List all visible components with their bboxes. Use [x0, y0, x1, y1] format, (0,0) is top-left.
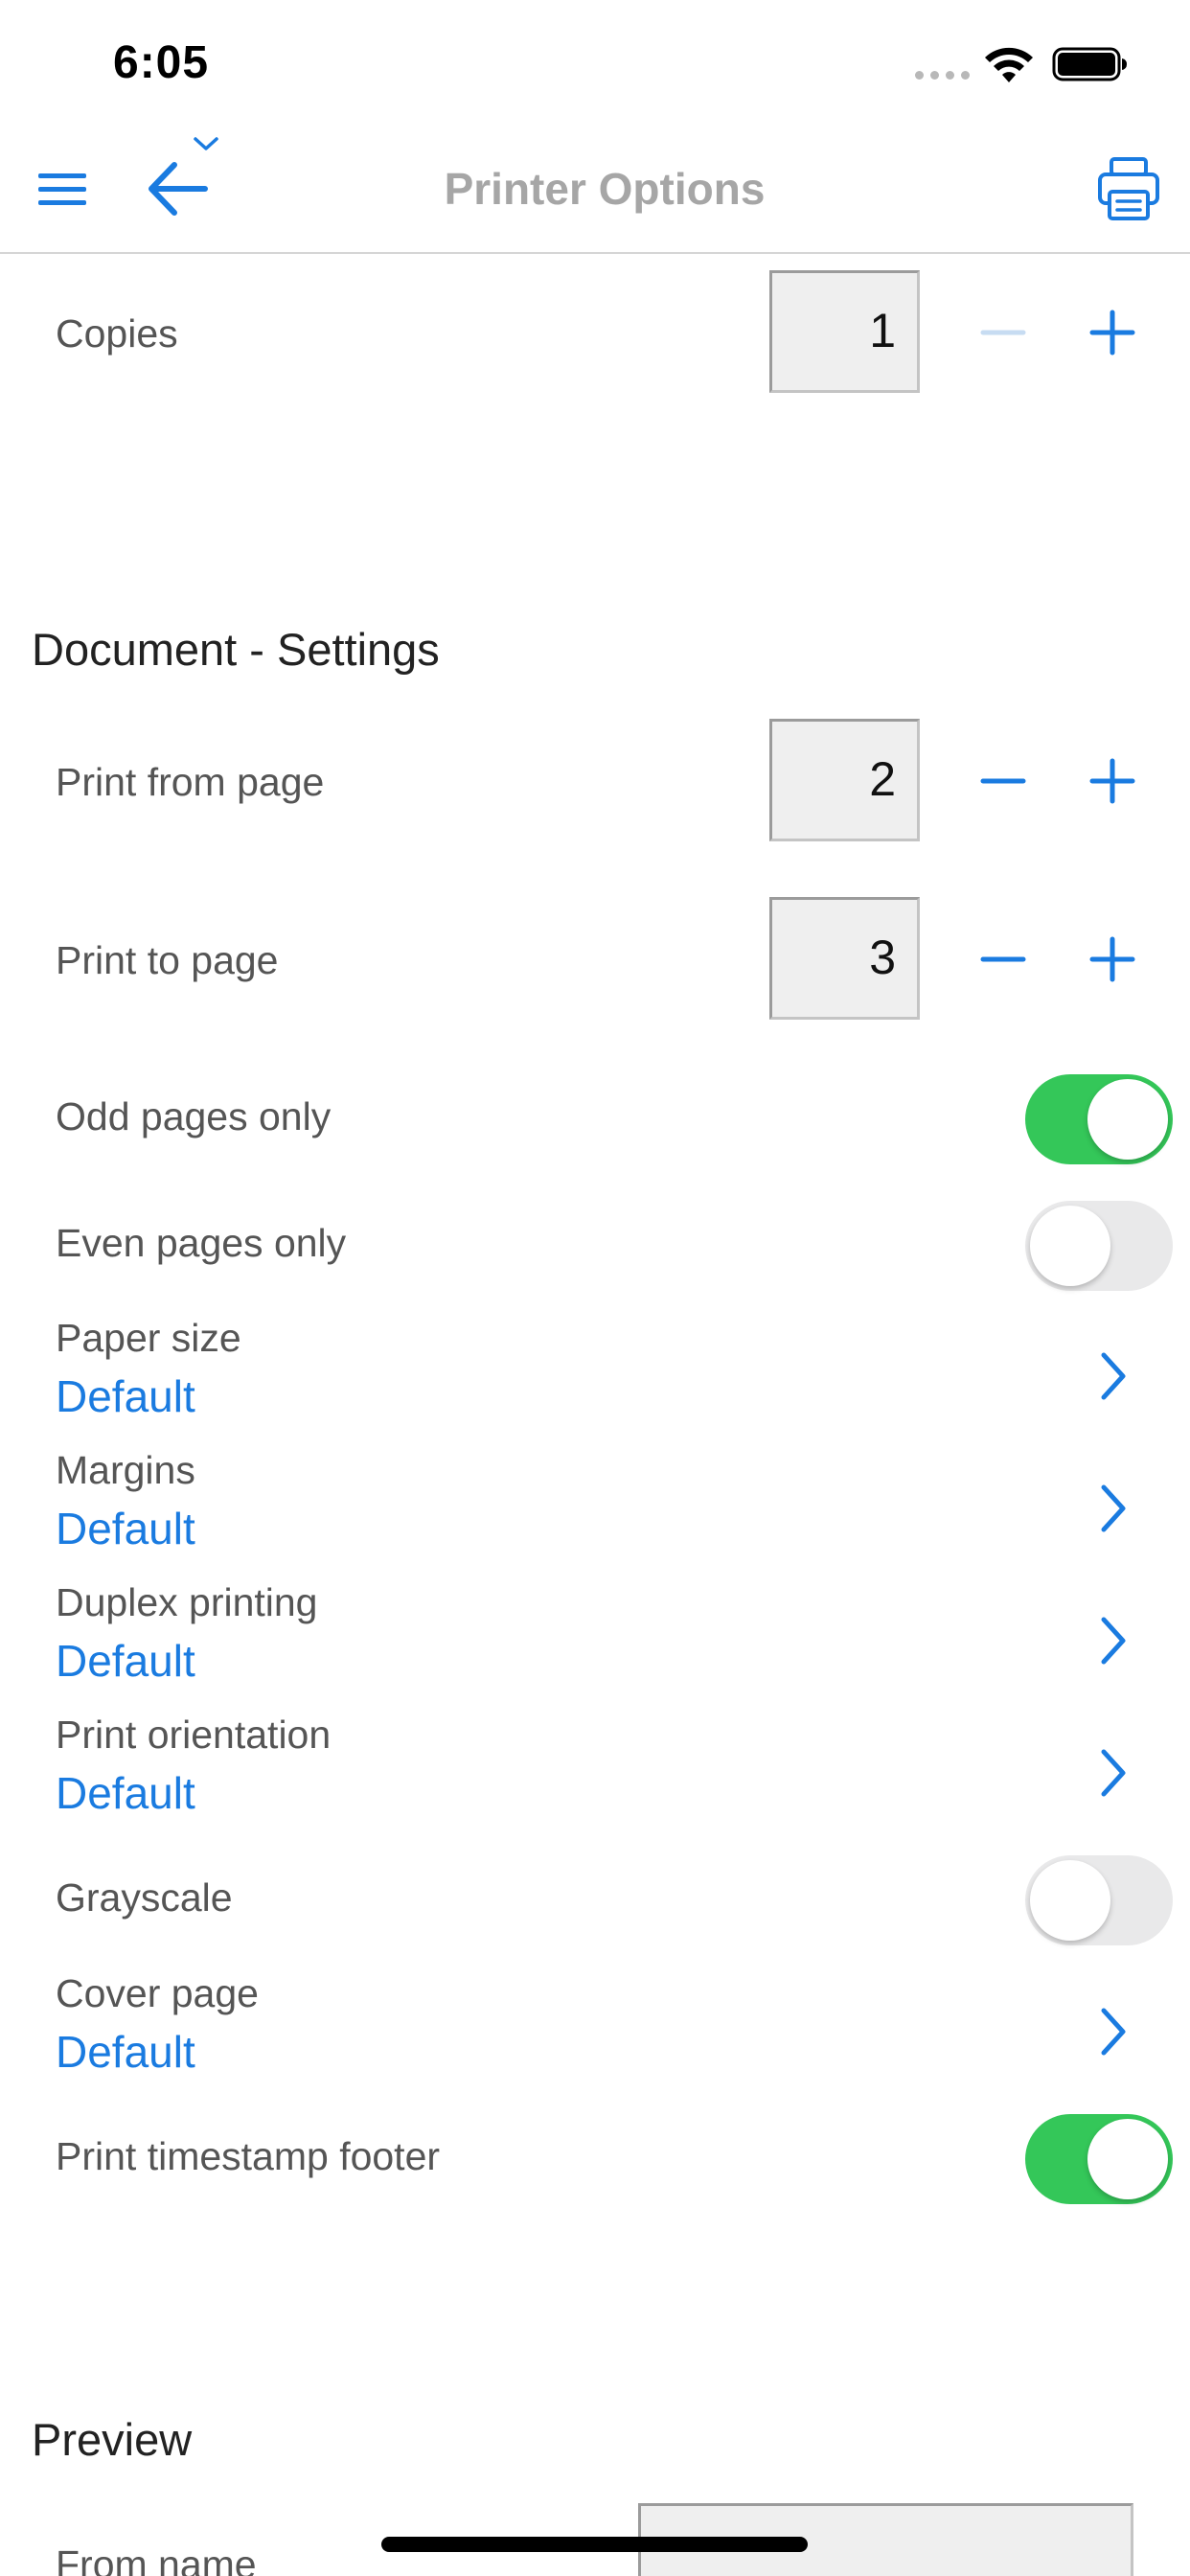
print-timestamp-footer-label: Print timestamp footer [56, 2134, 441, 2178]
battery-icon [1052, 47, 1127, 81]
duplex-printing-value[interactable]: Default [56, 1635, 195, 1687]
grayscale-toggle[interactable] [1025, 1855, 1173, 1945]
print-timestamp-footer-toggle[interactable] [1025, 2114, 1173, 2204]
plus-icon [1089, 758, 1135, 804]
margins-label: Margins [56, 1448, 195, 1492]
grayscale-label: Grayscale [56, 1875, 233, 1920]
print-to-decrement-button[interactable] [970, 926, 1037, 993]
cellular-signal-icon [915, 71, 970, 80]
copies-decrement-button[interactable] [970, 299, 1037, 366]
chevron-right-icon[interactable] [1096, 1349, 1131, 1403]
minus-icon [980, 778, 1026, 784]
print-to-page-label: Print to page [56, 938, 279, 982]
section-title-preview: Preview [32, 2414, 193, 2465]
status-time: 6:05 [113, 37, 210, 88]
print-orientation-value[interactable]: Default [56, 1767, 195, 1819]
home-indicator[interactable] [381, 2537, 808, 2552]
plus-icon [1089, 936, 1135, 982]
chevron-right-icon[interactable] [1096, 1482, 1131, 1535]
odd-pages-only-label: Odd pages only [56, 1094, 332, 1138]
chevron-down-icon[interactable] [192, 134, 220, 153]
copies-label: Copies [56, 311, 178, 356]
even-pages-only-label: Even pages only [56, 1221, 347, 1265]
copies-input[interactable]: 1 [769, 270, 920, 393]
print-from-page-label: Print from page [56, 760, 325, 804]
chevron-right-icon[interactable] [1096, 1614, 1131, 1668]
printer-options-screen: 6:05 Printer Options Copies 1 Document -… [0, 0, 1190, 2576]
print-to-increment-button[interactable] [1079, 926, 1146, 993]
cover-page-label: Cover page [56, 1971, 259, 2015]
even-pages-only-toggle[interactable] [1025, 1201, 1173, 1291]
print-from-increment-button[interactable] [1079, 748, 1146, 815]
section-title-document-settings: Document - Settings [32, 624, 440, 675]
margins-value[interactable]: Default [56, 1503, 195, 1554]
printer-icon[interactable] [1096, 155, 1161, 222]
print-from-decrement-button[interactable] [970, 748, 1037, 815]
wifi-icon [985, 47, 1033, 82]
from-name-label: From name [56, 2542, 257, 2576]
paper-size-value[interactable]: Default [56, 1370, 195, 1422]
chevron-right-icon[interactable] [1096, 1746, 1131, 1800]
cover-page-value[interactable]: Default [56, 2026, 195, 2078]
minus-icon [980, 330, 1026, 335]
status-bar: 6:05 [0, 0, 1190, 125]
page-title: Printer Options [444, 164, 766, 214]
odd-pages-only-toggle[interactable] [1025, 1074, 1173, 1164]
print-from-page-input[interactable]: 2 [769, 719, 920, 841]
plus-icon [1089, 310, 1135, 356]
navigation-bar: Printer Options [0, 125, 1190, 254]
paper-size-label: Paper size [56, 1316, 241, 1360]
minus-icon [980, 956, 1026, 962]
copies-increment-button[interactable] [1079, 299, 1146, 366]
print-orientation-label: Print orientation [56, 1713, 332, 1757]
chevron-right-icon[interactable] [1096, 2005, 1131, 2058]
duplex-printing-label: Duplex printing [56, 1580, 318, 1624]
print-to-page-input[interactable]: 3 [769, 897, 920, 1020]
